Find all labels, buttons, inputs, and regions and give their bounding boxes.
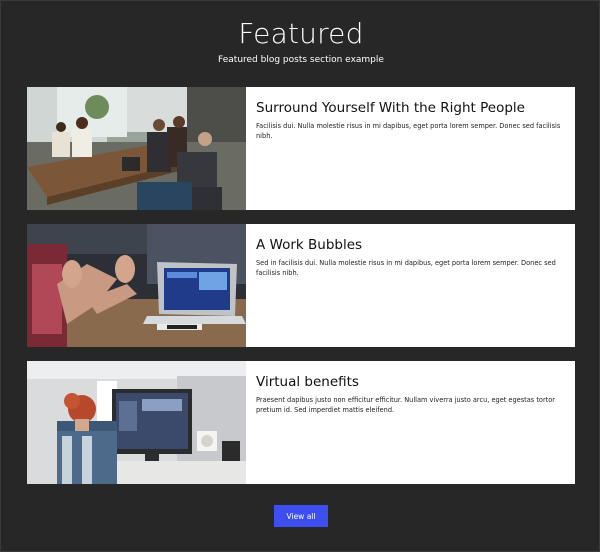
post-excerpt: Praesent dapibus justo non efficitur eff…	[256, 396, 555, 414]
post-title[interactable]: A Work Bubbles	[256, 236, 565, 254]
section-subtitle: Featured blog posts section example	[218, 55, 384, 65]
post-card[interactable]: Surround Yourself With the Right People …	[27, 87, 575, 210]
post-excerpt: Sed in facilisis dui. Nulla molestie ris…	[256, 259, 556, 277]
post-image-workstation[interactable]	[27, 361, 246, 484]
post-content: Virtual benefits Praesent dapibus justo …	[246, 361, 575, 484]
post-title[interactable]: Surround Yourself With the Right People	[256, 99, 565, 117]
featured-section: Featured Featured blog posts section exa…	[0, 0, 600, 552]
post-card[interactable]: A Work Bubbles Sed in facilisis dui. Nul…	[27, 224, 575, 347]
post-image-laptop[interactable]	[27, 224, 246, 347]
post-excerpt: Facilisis dui. Nulla molestie risus in m…	[256, 122, 561, 140]
post-title[interactable]: Virtual benefits	[256, 373, 565, 391]
post-content: Surround Yourself With the Right People …	[246, 87, 575, 210]
post-image-meeting[interactable]	[27, 87, 246, 210]
post-card[interactable]: Virtual benefits Praesent dapibus justo …	[27, 361, 575, 484]
view-all-button[interactable]: View all	[274, 505, 328, 527]
post-content: A Work Bubbles Sed in facilisis dui. Nul…	[246, 224, 575, 347]
section-title: Featured	[238, 17, 364, 50]
